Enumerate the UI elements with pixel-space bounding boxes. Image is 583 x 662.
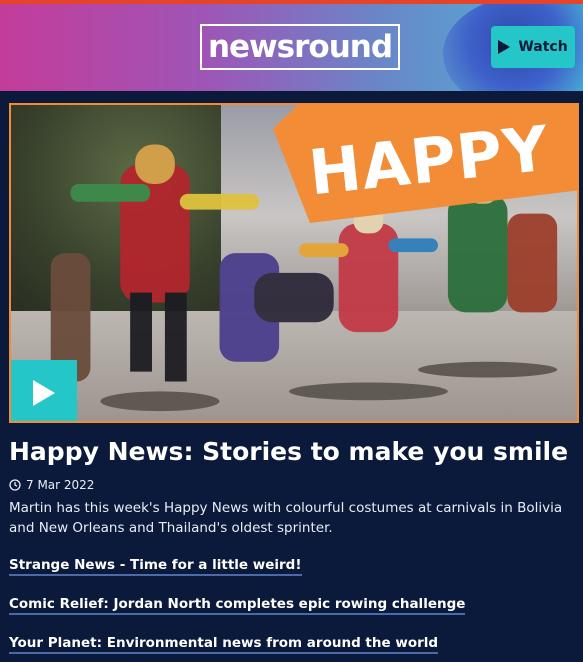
newsround-logo[interactable]: newsround	[200, 24, 400, 70]
related-link-strange-news[interactable]: Strange News - Time for a little weird!	[9, 557, 302, 576]
article-summary: Martin has this week's Happy News with c…	[9, 500, 563, 536]
video-player[interactable]: HAPPY	[9, 103, 579, 423]
site-header: newsround Watch	[0, 4, 583, 91]
article-title: Happy News: Stories to make you smile	[9, 437, 569, 466]
clock-icon	[9, 479, 21, 491]
video-play-button[interactable]	[11, 360, 77, 421]
watch-button-label: Watch	[518, 39, 568, 55]
article-date: 7 Mar 2022	[9, 476, 94, 494]
play-icon	[33, 379, 55, 406]
related-link-your-planet[interactable]: Your Planet: Environmental news from aro…	[9, 635, 439, 654]
watch-button[interactable]: Watch	[491, 26, 575, 68]
play-triangle-icon	[498, 40, 511, 54]
article-date-text: 7 Mar 2022	[26, 478, 95, 492]
related-link-comic-relief[interactable]: Comic Relief: Jordan North completes epi…	[9, 596, 466, 615]
